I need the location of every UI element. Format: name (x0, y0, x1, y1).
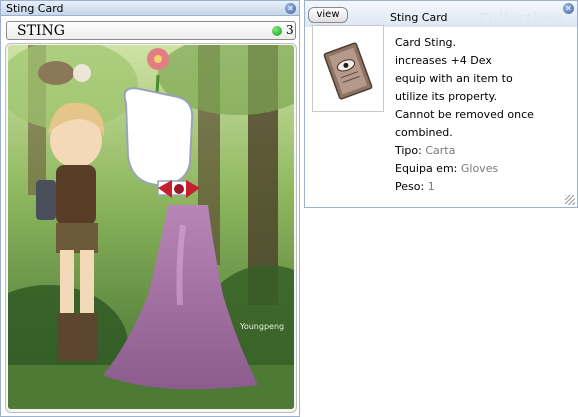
card-window-titlebar[interactable]: Sting Card ✕ (1, 1, 299, 16)
close-icon[interactable]: ✕ (563, 3, 574, 14)
description-line: combined. (395, 126, 453, 139)
artist-signature: Youngpeng (239, 322, 284, 331)
item-title: Sting Card (390, 11, 448, 24)
property-value: Gloves (460, 162, 499, 175)
card-name-bar: STING 3 (6, 21, 296, 40)
description-line: Card Sting. (395, 36, 457, 49)
resize-grip-icon[interactable] (565, 195, 575, 205)
property-label: Peso: (395, 180, 425, 193)
slot-count: 3 (286, 23, 294, 37)
close-icon[interactable]: ✕ (285, 3, 296, 14)
slot-green-dot-icon (272, 26, 282, 36)
card-thumbnail (312, 25, 384, 112)
property-label: Equipa em: (395, 162, 458, 175)
property-equip-slot: Equipa em: Gloves (395, 160, 575, 178)
description-line: Cannot be removed once (395, 108, 534, 121)
property-value: Carta (425, 144, 456, 157)
description-line: equip with an item to (395, 72, 513, 85)
property-type: Tipo: Carta (395, 142, 575, 160)
view-button[interactable]: view (308, 7, 348, 23)
card-window-title: Sting Card (6, 2, 64, 15)
item-description-window: Collections ✕ view Sting Card Card Sting… (304, 0, 578, 208)
item-description: Card Sting. increases +4 Dex equip with … (395, 34, 575, 196)
property-weight: Peso: 1 (395, 178, 575, 196)
description-line: utilize its property. (395, 90, 498, 103)
property-value: 1 (427, 180, 435, 193)
card-name: STING (17, 23, 65, 39)
collections-watermark: Collections (478, 11, 565, 27)
card-illustration: Youngpeng (8, 45, 294, 409)
property-label: Tipo: (395, 144, 422, 157)
card-eye-icon (323, 42, 373, 100)
description-line: increases +4 Dex (395, 54, 492, 67)
card-window: Sting Card ✕ STING 3 Youngpeng (0, 0, 300, 417)
